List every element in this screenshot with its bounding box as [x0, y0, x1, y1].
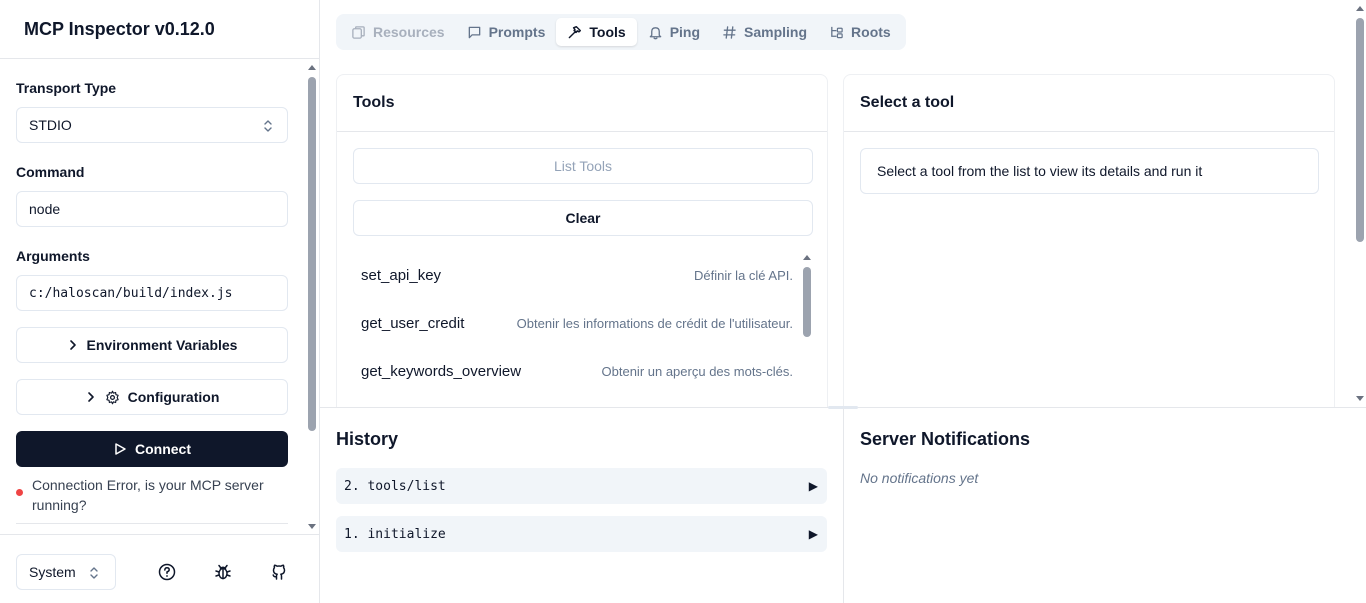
bell-icon: [649, 26, 661, 39]
command-label: Command: [16, 164, 85, 180]
chevrons-up-down-icon: [90, 567, 98, 579]
tab-tools-label: Tools: [589, 24, 626, 40]
tab-tools[interactable]: Tools: [556, 18, 637, 46]
connection-status-text: Connection Error, is your MCP server run…: [32, 477, 264, 513]
tool-name: get_user_credit: [361, 314, 465, 332]
scroll-down-arrow[interactable]: [1356, 396, 1364, 401]
chevron-right-icon: [87, 392, 94, 402]
tools-panel-title: Tools: [337, 75, 827, 132]
scroll-up-arrow[interactable]: [803, 255, 811, 260]
hammer-icon: [569, 25, 582, 38]
tab-roots-label: Roots: [851, 24, 891, 40]
hash-icon: [723, 25, 736, 39]
gear-icon: [105, 390, 119, 404]
tool-description: Obtenir un aperçu des mots-clés.: [601, 363, 793, 379]
tab-prompts[interactable]: Prompts: [456, 18, 557, 46]
tool-description: Obtenir les informations de crédit de l'…: [516, 315, 793, 331]
command-input[interactable]: node: [16, 191, 288, 227]
chevron-right-icon: [69, 340, 76, 350]
transport-type-label: Transport Type: [16, 80, 117, 96]
tab-roots[interactable]: Roots: [818, 18, 902, 46]
scroll-up-arrow[interactable]: [1356, 6, 1364, 11]
connect-label: Connect: [135, 441, 191, 457]
environment-variables-button[interactable]: Environment Variables: [16, 327, 288, 363]
history-panel: History 2. tools/list ▶ 1. initialize ▶: [320, 408, 844, 603]
sidebar: MCP Inspector v0.12.0 Transport Type STD…: [0, 0, 320, 603]
play-icon: [115, 443, 126, 455]
transport-type-value: STDIO: [29, 117, 72, 133]
arguments-label: Arguments: [16, 248, 90, 264]
tool-list-scrollbar[interactable]: [801, 251, 813, 407]
bug-icon[interactable]: [213, 562, 233, 582]
tab-resources[interactable]: Resources: [340, 18, 456, 46]
theme-select[interactable]: System: [16, 554, 116, 590]
history-item-text: 1. initialize: [344, 526, 446, 542]
message-icon: [468, 26, 480, 38]
history-item-text: 2. tools/list: [344, 478, 446, 494]
sidebar-divider: [16, 523, 288, 524]
sidebar-scrollbar[interactable]: [306, 59, 318, 533]
tab-sampling-label: Sampling: [744, 24, 808, 40]
app-title: MCP Inspector v0.12.0: [24, 18, 215, 39]
history-title: History: [336, 429, 399, 449]
tab-resources-label: Resources: [373, 24, 445, 40]
github-icon[interactable]: [269, 562, 289, 582]
chevrons-up-down-icon: [264, 120, 272, 132]
tool-name: set_api_key: [361, 266, 442, 284]
tool-list: set_api_key Définir la clé API. get_user…: [353, 251, 801, 407]
main-content: Resources Prompts Tools Ping Sampling Ro…: [320, 0, 1366, 603]
help-circle-icon[interactable]: [157, 562, 177, 582]
expand-arrow-icon[interactable]: ▶: [809, 479, 818, 493]
tab-ping-label: Ping: [669, 24, 701, 40]
tool-list-scrollbar-thumb[interactable]: [803, 267, 811, 337]
configuration-button[interactable]: Configuration: [16, 379, 288, 415]
main-scrollbar-thumb[interactable]: [1356, 18, 1364, 242]
tab-prompts-label: Prompts: [488, 24, 546, 40]
list-tools-label: List Tools: [553, 158, 613, 174]
tool-item-get-keywords-overview[interactable]: get_keywords_overview Obtenir un aperçu …: [353, 347, 801, 395]
arguments-value: c:/haloscan/build/index.js: [29, 285, 233, 301]
configuration-label: Configuration: [127, 389, 220, 405]
clear-label: Clear: [565, 210, 601, 226]
theme-value: System: [29, 564, 76, 580]
clear-button[interactable]: Clear: [353, 200, 813, 236]
sidebar-footer: System: [0, 534, 320, 603]
sidebar-scroll-area: Transport Type STDIO Command node Argume…: [0, 59, 320, 533]
list-tools-button[interactable]: List Tools: [353, 148, 813, 184]
scroll-up-arrow[interactable]: [308, 65, 316, 70]
expand-arrow-icon[interactable]: ▶: [809, 527, 818, 541]
command-value: node: [29, 201, 61, 217]
transport-type-select[interactable]: STDIO: [16, 107, 288, 143]
arguments-input[interactable]: c:/haloscan/build/index.js: [16, 275, 288, 311]
bottom-panels: History 2. tools/list ▶ 1. initialize ▶ …: [320, 408, 1366, 603]
tab-ping[interactable]: Ping: [637, 18, 711, 46]
status-dot: [16, 489, 23, 496]
sidebar-scrollbar-thumb[interactable]: [308, 77, 316, 431]
notifications-empty-text: No notifications yet: [860, 470, 979, 486]
main-scrollbar[interactable]: [1354, 0, 1366, 407]
tool-item-get-user-credit[interactable]: get_user_credit Obtenir les informations…: [353, 299, 801, 347]
connection-status: Connection Error, is your MCP server run…: [16, 459, 288, 515]
server-notifications-title: Server Notifications: [860, 429, 1031, 449]
tool-detail-message: Select a tool from the list to view its …: [877, 163, 1203, 179]
tool-detail-message-box: Select a tool from the list to view its …: [860, 148, 1319, 194]
tab-sampling[interactable]: Sampling: [711, 18, 818, 46]
tab-bar: Resources Prompts Tools Ping Sampling Ro…: [336, 14, 906, 50]
file-icon: [352, 25, 365, 39]
environment-variables-label: Environment Variables: [86, 337, 238, 353]
tool-description: Définir la clé API.: [694, 267, 793, 283]
tool-name: get_keywords_overview: [361, 362, 522, 380]
tool-detail-title: Select a tool: [844, 75, 1334, 132]
scroll-down-arrow[interactable]: [308, 524, 316, 529]
tool-detail-panel: Select a tool Select a tool from the lis…: [843, 74, 1335, 407]
tool-item-set-api-key[interactable]: set_api_key Définir la clé API.: [353, 251, 801, 299]
tools-panel: Tools List Tools Clear set_api_key Défin…: [336, 74, 828, 407]
history-item[interactable]: 2. tools/list ▶: [336, 468, 827, 504]
folder-tree-icon: [831, 26, 843, 38]
history-item[interactable]: 1. initialize ▶: [336, 516, 827, 552]
sidebar-header: MCP Inspector v0.12.0: [0, 0, 319, 59]
